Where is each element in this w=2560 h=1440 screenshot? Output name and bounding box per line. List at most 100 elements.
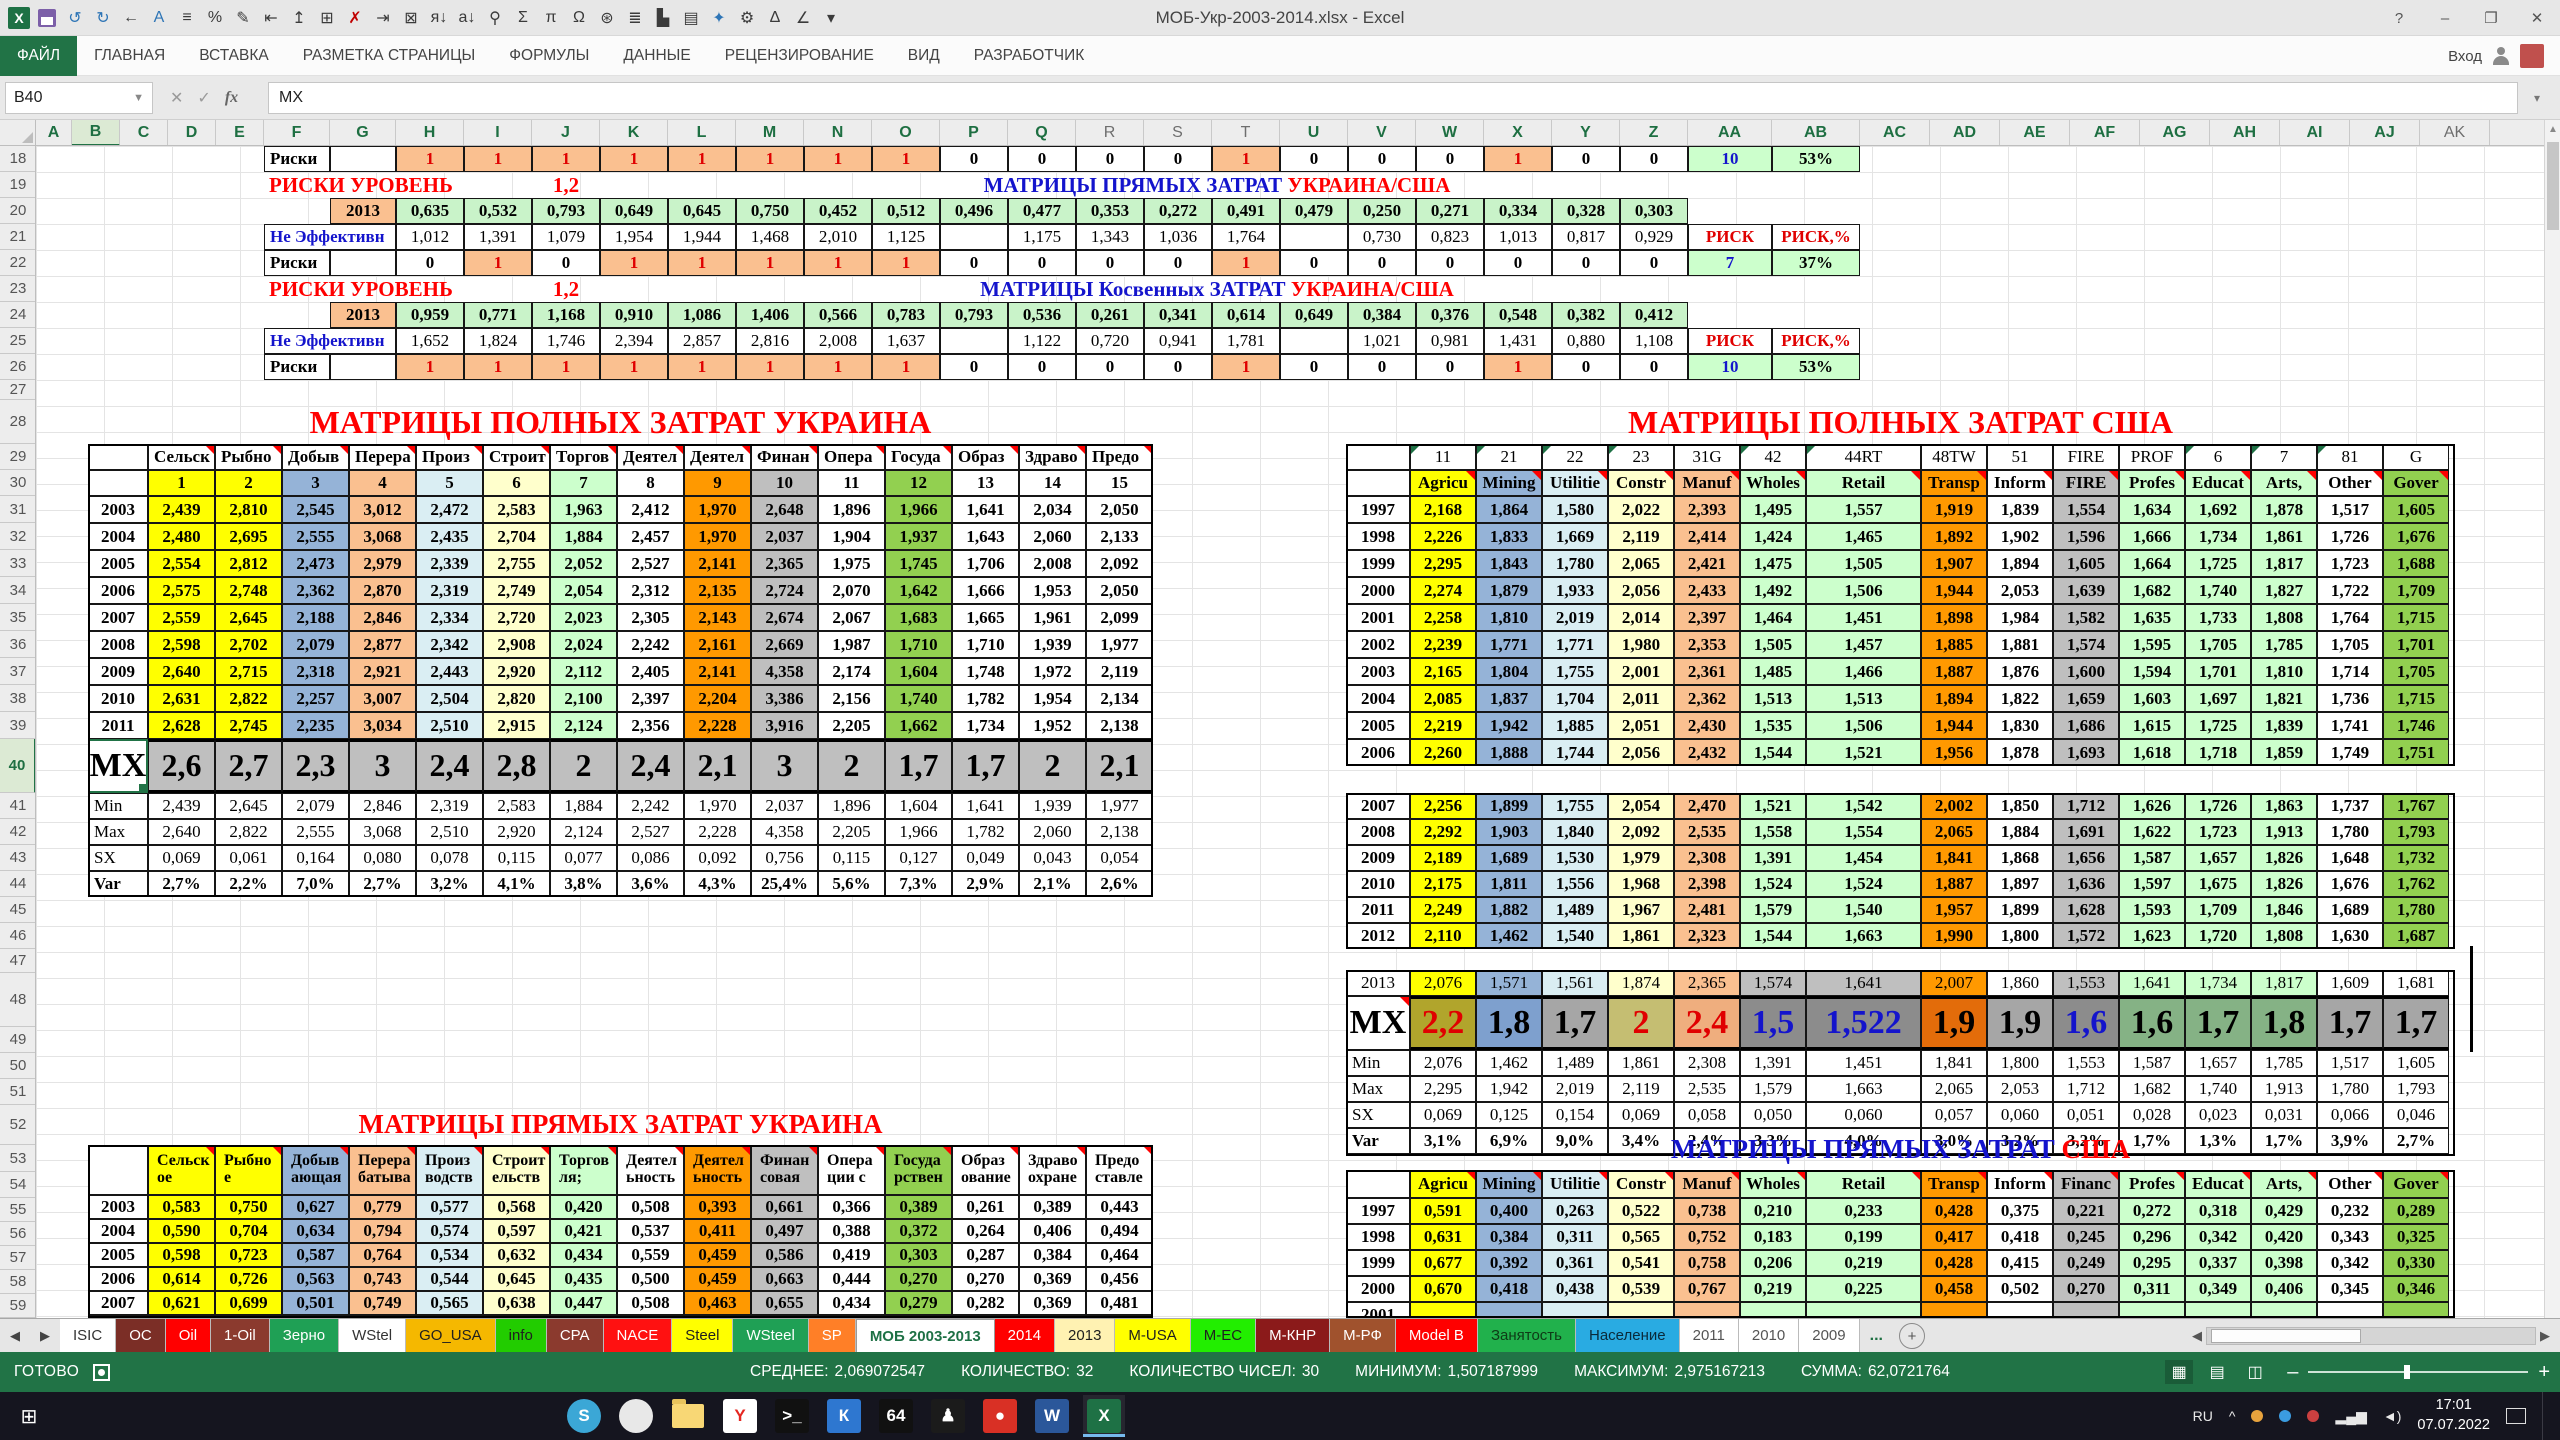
usa-direct-col-header[interactable]: Constr bbox=[1608, 1170, 1674, 1198]
ua-value[interactable]: 1,604 bbox=[885, 658, 952, 685]
row-header-57[interactable]: 57 bbox=[0, 1246, 36, 1270]
usa-mx-value[interactable]: 1,6 bbox=[2119, 996, 2185, 1050]
usa-value[interactable]: 1,734 bbox=[2185, 523, 2251, 550]
usa-value[interactable]: 2,239 bbox=[1410, 631, 1476, 658]
ua-value[interactable]: 2,235 bbox=[282, 712, 349, 739]
usa-value[interactable]: 2,535 bbox=[1674, 819, 1740, 845]
risk-value[interactable]: 0,412 bbox=[1620, 302, 1688, 328]
usa-value[interactable]: 1,878 bbox=[2251, 496, 2317, 523]
usa-direct-value[interactable]: 0,330 bbox=[2383, 1250, 2449, 1276]
ua-value[interactable]: 2,755 bbox=[483, 550, 550, 577]
risk-col-header[interactable]: РИСК bbox=[1688, 328, 1772, 354]
ineffective-value[interactable]: 1,954 bbox=[600, 224, 668, 250]
usa-value[interactable]: 1,492 bbox=[1740, 577, 1806, 604]
usa-year[interactable]: 2003 bbox=[1346, 658, 1410, 685]
risk-value[interactable]: 0,750 bbox=[736, 198, 804, 224]
usa-value[interactable]: 1,689 bbox=[1476, 845, 1542, 871]
risk-flag[interactable]: 0 bbox=[1348, 146, 1416, 172]
volume-icon[interactable]: ◄) bbox=[2383, 1408, 2402, 1424]
ua-mx-value[interactable]: 2,4 bbox=[617, 739, 684, 793]
usa-value[interactable]: 1,894 bbox=[1921, 685, 1987, 712]
usa-value[interactable]: 1,571 bbox=[1476, 970, 1542, 996]
ineffective-value[interactable]: 1,652 bbox=[396, 328, 464, 354]
ineffective-value[interactable]: 2,816 bbox=[736, 328, 804, 354]
year-label[interactable]: 2013 bbox=[330, 198, 396, 224]
ua-direct-value[interactable]: 0,389 bbox=[1019, 1195, 1086, 1219]
row-header-44[interactable]: 44 bbox=[0, 871, 36, 897]
usa-direct-value[interactable]: 0,295 bbox=[2119, 1250, 2185, 1276]
formula-input[interactable]: MX bbox=[268, 82, 2518, 114]
risk-flag[interactable]: 0 bbox=[1348, 250, 1416, 276]
ua-direct-value[interactable]: 0,393 bbox=[684, 1195, 751, 1219]
qat-font-color[interactable]: A bbox=[146, 5, 172, 31]
ua-direct-value[interactable]: 0,261 bbox=[952, 1195, 1019, 1219]
taskbar-app-yandex[interactable]: Y bbox=[719, 1395, 761, 1437]
risk-flag[interactable]: 0 bbox=[1280, 146, 1348, 172]
ua-value[interactable]: 2,412 bbox=[617, 496, 684, 523]
risk-value[interactable]: 0,649 bbox=[600, 198, 668, 224]
ua-direct-value[interactable]: 0,270 bbox=[952, 1267, 1019, 1291]
usa-value[interactable]: 1,648 bbox=[2317, 845, 2383, 871]
usa-direct-value[interactable]: 0,342 bbox=[2317, 1250, 2383, 1276]
risk-value[interactable]: 0,645 bbox=[668, 198, 736, 224]
cell[interactable] bbox=[1806, 1302, 1921, 1318]
ua-value[interactable]: 2,100 bbox=[550, 685, 617, 712]
usa-value[interactable]: 1,732 bbox=[2383, 845, 2449, 871]
ua-value[interactable]: 2,979 bbox=[349, 550, 416, 577]
risk-flag[interactable]: 0 bbox=[1416, 250, 1484, 276]
ua-value[interactable]: 1,953 bbox=[1019, 577, 1086, 604]
ua-value[interactable]: 4,358 bbox=[751, 658, 818, 685]
usa-direct-value[interactable]: 0,522 bbox=[1608, 1198, 1674, 1224]
ineffective-value[interactable]: 1,431 bbox=[1484, 328, 1552, 354]
qat-delete-red[interactable]: ✗ bbox=[342, 5, 368, 31]
qat-sparkline[interactable]: ✦ bbox=[706, 5, 732, 31]
column-header-T[interactable]: T bbox=[1212, 120, 1280, 146]
usa-value[interactable]: 1,861 bbox=[1608, 923, 1674, 949]
action-center-icon[interactable] bbox=[2506, 1408, 2526, 1424]
usa-value[interactable]: 1,723 bbox=[2317, 550, 2383, 577]
ua-value[interactable]: 1,939 bbox=[1019, 631, 1086, 658]
ineffective-value[interactable] bbox=[1280, 328, 1348, 354]
cell[interactable] bbox=[330, 250, 396, 276]
taskbar-app-app-red[interactable]: ● bbox=[979, 1395, 1021, 1437]
ua-direct-value[interactable]: 0,632 bbox=[483, 1243, 550, 1267]
cell[interactable] bbox=[330, 146, 396, 172]
usa-value[interactable]: 1,561 bbox=[1542, 970, 1608, 996]
risk-flag[interactable]: 1 bbox=[396, 354, 464, 380]
ua-value[interactable]: 2,435 bbox=[416, 523, 483, 550]
usa-direct-col-header[interactable]: Utilitie bbox=[1542, 1170, 1608, 1198]
usa-value[interactable]: 1,887 bbox=[1921, 871, 1987, 897]
ua-value[interactable]: 2,050 bbox=[1086, 577, 1153, 604]
taskbar-app-browser[interactable] bbox=[615, 1395, 657, 1437]
ineffective-value[interactable]: 1,108 bbox=[1620, 328, 1688, 354]
ua-stat-value[interactable]: 1,939 bbox=[1019, 793, 1086, 819]
ua-value[interactable]: 2,749 bbox=[483, 577, 550, 604]
ineffective-value[interactable]: 0,981 bbox=[1416, 328, 1484, 354]
risk-value[interactable]: 0,635 bbox=[396, 198, 464, 224]
ua-year[interactable]: 2005 bbox=[88, 550, 148, 577]
usa-col-code[interactable]: 51 bbox=[1987, 444, 2053, 470]
usa-value[interactable]: 1,641 bbox=[1806, 970, 1921, 996]
row-header-19[interactable]: 19 bbox=[0, 172, 36, 198]
risk-value[interactable]: 0,532 bbox=[464, 198, 532, 224]
ua-col-header[interactable]: Добыв bbox=[282, 444, 349, 470]
usa-col-header[interactable]: Arts, bbox=[2251, 470, 2317, 496]
usa-value[interactable]: 1,878 bbox=[1987, 739, 2053, 766]
ua-mx-value[interactable]: 2,6 bbox=[148, 739, 215, 793]
risk-value[interactable]: 0,771 bbox=[464, 302, 532, 328]
ua-stat-value[interactable]: 1,641 bbox=[952, 793, 1019, 819]
page-layout-view-icon[interactable]: ▤ bbox=[2203, 1360, 2231, 1384]
risk-flag[interactable]: 1 bbox=[872, 354, 940, 380]
usa-mx-value[interactable]: 1,7 bbox=[2185, 996, 2251, 1050]
risk-flag[interactable]: 1 bbox=[736, 250, 804, 276]
usa-value[interactable]: 2,226 bbox=[1410, 523, 1476, 550]
ua-value[interactable]: 2,583 bbox=[483, 496, 550, 523]
ineffective-value[interactable]: 2,008 bbox=[804, 328, 872, 354]
usa-stat-value[interactable]: 1,740 bbox=[2185, 1076, 2251, 1102]
ua-direct-value[interactable]: 0,447 bbox=[550, 1291, 617, 1315]
qat-globe[interactable]: ⊛ bbox=[594, 5, 620, 31]
risk-value[interactable]: 1,086 bbox=[668, 302, 736, 328]
qat-back[interactable]: ← bbox=[118, 5, 144, 31]
ua-value[interactable]: 1,740 bbox=[885, 685, 952, 712]
ua-value[interactable]: 2,397 bbox=[617, 685, 684, 712]
